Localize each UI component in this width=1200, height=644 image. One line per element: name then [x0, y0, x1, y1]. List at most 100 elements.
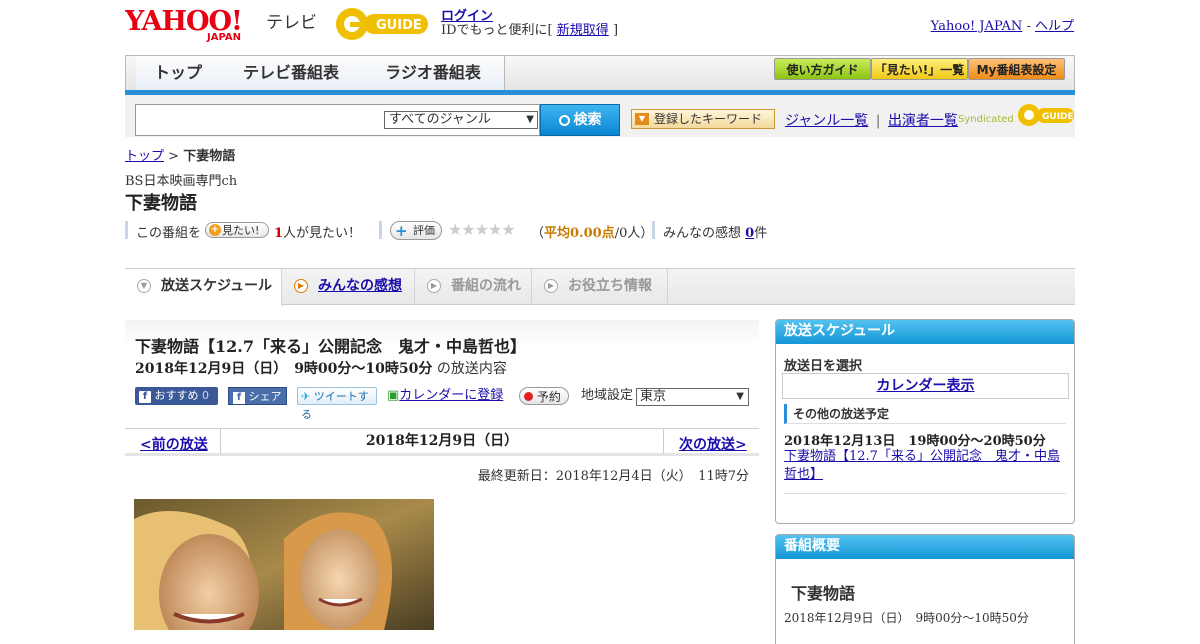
svg-text:GUIDE: GUIDE	[376, 18, 422, 33]
recommend-count: 0	[202, 389, 209, 402]
svg-text:JAPAN: JAPAN	[206, 32, 241, 42]
calendar-display-link[interactable]: カレンダー表示	[877, 378, 975, 394]
play-icon: ▶	[544, 279, 558, 293]
search-links: ジャンル一覧 | 出演者一覧	[785, 110, 958, 130]
chevron-down-icon: ▼	[736, 391, 744, 402]
usage-guide-button[interactable]: 使い方ガイド	[774, 58, 871, 80]
summary-datetime: 2018年12月9日（日） 9時00分～10時50分	[784, 611, 1029, 625]
breadcrumb-home-link[interactable]: トップ	[125, 149, 164, 164]
plus-icon: +	[395, 222, 408, 240]
schedule-panel-title: 放送スケジュール	[776, 320, 1074, 344]
facebook-icon: f	[233, 392, 245, 404]
tab-useful-info-label: お役立ち情報	[568, 278, 652, 294]
tweet-label: ツイートする	[301, 390, 369, 421]
summary-program-title: 下妻物語	[791, 584, 856, 603]
divider	[379, 221, 382, 239]
nav-tab-tv-listings[interactable]: テレビ番組表	[220, 56, 363, 91]
twitter-bird-icon: ✈	[301, 390, 311, 403]
region-select[interactable]: 東京 ▼	[636, 388, 749, 406]
search-button-label: 検索	[573, 112, 602, 128]
region-select-value: 東京	[640, 389, 667, 404]
program-photo	[134, 499, 434, 630]
calendar-register-link[interactable]: カレンダーに登録	[399, 388, 503, 403]
wishlist-button[interactable]: 「見たい!」一覧	[871, 58, 968, 80]
genre-list-link[interactable]: ジャンル一覧	[785, 113, 868, 129]
search-link-separator: |	[875, 113, 881, 129]
average-open: （	[531, 226, 545, 241]
last-updated: 最終更新日：2018年12月4日（火） 11時7分	[477, 469, 749, 484]
recommend-label: おすすめ	[154, 389, 199, 402]
genre-select-value: すべてのジャンル	[389, 112, 491, 127]
rate-button[interactable]: + 評価	[390, 221, 442, 240]
search-button[interactable]: 検索	[540, 104, 620, 136]
channel-name: BS日本映画専門ch	[125, 174, 238, 189]
registered-keyword-button[interactable]: ▼ 登録したキーワード	[631, 109, 775, 129]
summary-panel-title: 番組概要	[776, 535, 1074, 559]
login-note-suffix: ]	[612, 23, 619, 38]
my-listing-settings-button[interactable]: My番組表設定	[968, 58, 1065, 80]
reserve-button[interactable]: 予約	[519, 387, 569, 405]
divider	[125, 221, 128, 239]
program-tabs: ▼ 放送スケジュール ▶ みんなの感想 ▶ 番組の流れ ▶ お役立ち情報	[125, 269, 1075, 306]
want-count-text: 1人が見たい！	[274, 222, 361, 241]
tab-impressions[interactable]: ▶ みんなの感想	[282, 269, 415, 305]
global-nav: トップ テレビ番組表 ラジオ番組表 使い方ガイド 「見たい!」一覧 My番組表設…	[125, 55, 1075, 91]
syndicated-gguide-badge: Syndicated GUIDE	[958, 102, 1075, 128]
login-note: IDでもっと便利に[ 新規取得 ]	[441, 19, 618, 38]
facebook-share-button[interactable]: f シェア	[228, 387, 287, 405]
summary-panel: 番組概要 下妻物語 2018年12月9日（日） 9時00分～10時50分	[775, 534, 1075, 644]
tab-schedule[interactable]: ▼ 放送スケジュール	[125, 269, 282, 306]
nav-tab-radio-listings[interactable]: ラジオ番組表	[362, 56, 505, 91]
broadcast-datetime: 2018年12月9日（日） 9時00分～10時50分	[135, 361, 433, 377]
performer-list-link[interactable]: 出演者一覧	[888, 113, 958, 129]
breadcrumb: トップ > 下妻物語	[125, 145, 235, 164]
divider	[784, 493, 1066, 494]
page-title: 下妻物語	[125, 193, 197, 214]
calendar-display-button[interactable]: カレンダー表示	[782, 373, 1069, 399]
divider	[652, 221, 655, 239]
facebook-icon: f	[139, 391, 151, 403]
yahoo-japan-logo[interactable]: YAHOO! JAPAN	[124, 4, 261, 43]
impressions-unit: 件	[754, 226, 768, 241]
broadcast-title: 下妻物語【12.7「来る」公開記念 鬼才・中島哲也】	[135, 337, 526, 356]
reserve-label: 予約	[536, 390, 561, 404]
yahoo-japan-link[interactable]: Yahoo! JAPAN	[931, 19, 1023, 34]
dropdown-arrow-icon: ▼	[635, 113, 649, 125]
recommend-button[interactable]: f おすすめ 0	[135, 387, 218, 405]
want-to-watch-button[interactable]: + 見たい!	[205, 222, 269, 238]
rate-button-label: 評価	[413, 224, 435, 237]
impressions-count-link[interactable]: 0	[745, 226, 754, 241]
impressions-label: みんなの感想	[663, 226, 742, 241]
play-icon: ▶	[294, 279, 308, 293]
average-people: /0人）	[614, 226, 654, 241]
schedule-panel: 放送スケジュール 放送日を選択 カレンダー表示 その他の放送予定 2018年12…	[775, 319, 1075, 524]
calendar-register-button[interactable]: ▣カレンダーに登録	[387, 387, 515, 405]
next-broadcast-link[interactable]: 次の放送>	[679, 434, 747, 454]
share-label: シェア	[248, 390, 282, 403]
plus-icon: +	[209, 224, 221, 236]
broadcast-datetime-suffix: の放送内容	[436, 361, 507, 377]
signup-link[interactable]: 新規取得	[557, 23, 609, 38]
want-count: 1	[274, 226, 284, 241]
play-icon: ▼	[137, 279, 151, 293]
tab-program-flow-label: 番組の流れ	[451, 278, 521, 294]
chevron-down-icon: ▼	[526, 114, 534, 125]
region-label: 地域設定	[581, 388, 634, 403]
help-link[interactable]: ヘルプ	[1035, 19, 1074, 34]
header-links: Yahoo! JAPAN - ヘルプ	[931, 15, 1074, 34]
other-schedule-link[interactable]: 下妻物語【12.7「来る」公開記念 鬼才・中島哲也】	[784, 448, 1069, 484]
login-note-prefix: IDでもっと便利に[	[441, 23, 553, 38]
tweet-button[interactable]: ✈ ツイートする	[297, 387, 377, 421]
average-score: 平均0.00点	[544, 226, 615, 241]
gguide-logo: GUIDE	[334, 6, 432, 42]
genre-select[interactable]: すべてのジャンル ▼	[384, 111, 538, 129]
prev-broadcast-link[interactable]: <前の放送	[140, 434, 208, 454]
record-icon	[524, 392, 533, 401]
search-icon	[558, 115, 570, 126]
nav-tab-top[interactable]: トップ	[136, 56, 221, 91]
tab-program-flow[interactable]: ▶ 番組の流れ	[415, 269, 532, 305]
breadcrumb-current: 下妻物語	[183, 149, 236, 164]
tab-useful-info[interactable]: ▶ お役立ち情報	[532, 269, 668, 305]
current-broadcast-date: 2018年12月9日（日）	[220, 429, 664, 454]
play-icon: ▶	[427, 279, 441, 293]
